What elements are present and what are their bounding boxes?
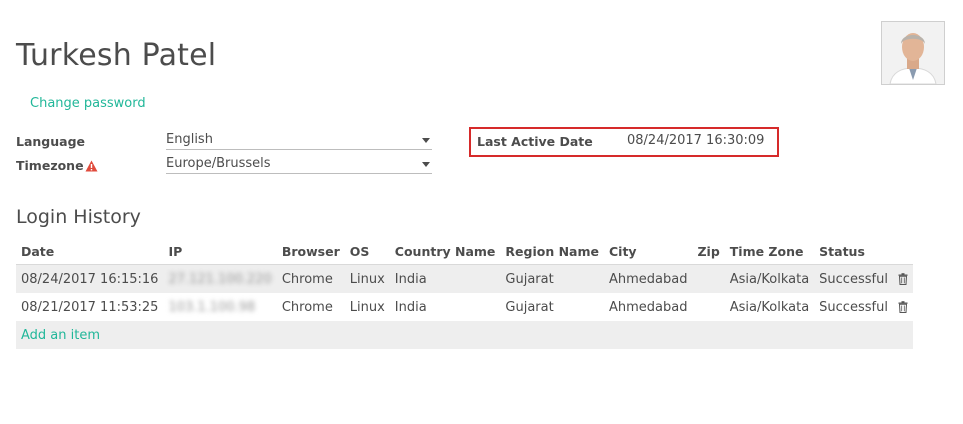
add-item-cell: Add an item — [16, 321, 913, 349]
timezone-value: Europe/Brussels — [166, 156, 271, 171]
avatar-photo — [882, 22, 944, 84]
language-value: English — [166, 132, 213, 147]
column-header-region[interactable]: Region Name — [500, 238, 604, 265]
column-header-city[interactable]: City — [603, 238, 693, 265]
table-row[interactable]: 08/21/2017 11:53:25 103.1.100.98 Chrome … — [16, 293, 913, 321]
cell-os: Linux — [344, 264, 390, 293]
warning-icon[interactable] — [85, 160, 98, 172]
cell-region: Gujarat — [500, 293, 604, 321]
column-header-country[interactable]: Country Name — [389, 238, 501, 265]
table-header-row: Date IP Browser OS Country Name Region N… — [16, 238, 913, 265]
add-item-link[interactable]: Add an item — [21, 328, 100, 343]
cell-date: 08/21/2017 11:53:25 — [16, 293, 164, 321]
cell-country: India — [389, 264, 501, 293]
trash-icon[interactable] — [898, 273, 908, 285]
cell-zip — [692, 264, 725, 293]
language-label: Language — [16, 134, 86, 149]
column-header-actions — [892, 238, 913, 265]
column-header-ip[interactable]: IP — [163, 238, 277, 265]
cell-city: Ahmedabad — [603, 293, 693, 321]
cell-status: Successful — [814, 264, 893, 293]
chevron-down-icon[interactable] — [422, 162, 430, 167]
cell-ip-blurred: 27.121.100.220 — [168, 271, 272, 287]
cell-ip: 103.1.100.98 — [163, 293, 277, 321]
cell-region: Gujarat — [500, 264, 604, 293]
column-header-browser[interactable]: Browser — [276, 238, 345, 265]
user-avatar[interactable] — [881, 21, 945, 85]
cell-browser: Chrome — [276, 264, 345, 293]
cell-status: Successful — [814, 293, 893, 321]
cell-timezone: Asia/Kolkata — [724, 264, 815, 293]
add-item-row: Add an item — [16, 321, 913, 349]
cell-os: Linux — [344, 293, 390, 321]
column-header-status[interactable]: Status — [814, 238, 893, 265]
last-active-value: 08/24/2017 16:30:09 — [627, 133, 765, 148]
chevron-down-icon[interactable] — [422, 138, 430, 143]
column-header-date[interactable]: Date — [16, 238, 164, 265]
page-title: Turkesh Patel — [16, 38, 217, 73]
timezone-label: Timezone — [16, 158, 98, 173]
trash-icon[interactable] — [898, 301, 908, 313]
timezone-label-text: Timezone — [16, 158, 84, 173]
timezone-select[interactable]: Europe/Brussels — [166, 156, 432, 174]
login-history-table: Date IP Browser OS Country Name Region N… — [16, 238, 913, 349]
cell-ip: 27.121.100.220 — [163, 264, 277, 293]
column-header-timezone[interactable]: Time Zone — [724, 238, 815, 265]
change-password-link[interactable]: Change password — [30, 96, 146, 111]
cell-country: India — [389, 293, 501, 321]
cell-date: 08/24/2017 16:15:16 — [16, 264, 164, 293]
cell-zip — [692, 293, 725, 321]
cell-actions — [892, 264, 913, 293]
last-active-label: Last Active Date — [477, 134, 593, 149]
language-select[interactable]: English — [166, 132, 432, 150]
login-history-title: Login History — [16, 206, 141, 228]
cell-browser: Chrome — [276, 293, 345, 321]
cell-city: Ahmedabad — [603, 264, 693, 293]
column-header-zip[interactable]: Zip — [692, 238, 725, 265]
table-row[interactable]: 08/24/2017 16:15:16 27.121.100.220 Chrom… — [16, 264, 913, 293]
cell-actions — [892, 293, 913, 321]
cell-timezone: Asia/Kolkata — [724, 293, 815, 321]
cell-ip-blurred: 103.1.100.98 — [168, 299, 256, 315]
column-header-os[interactable]: OS — [344, 238, 390, 265]
